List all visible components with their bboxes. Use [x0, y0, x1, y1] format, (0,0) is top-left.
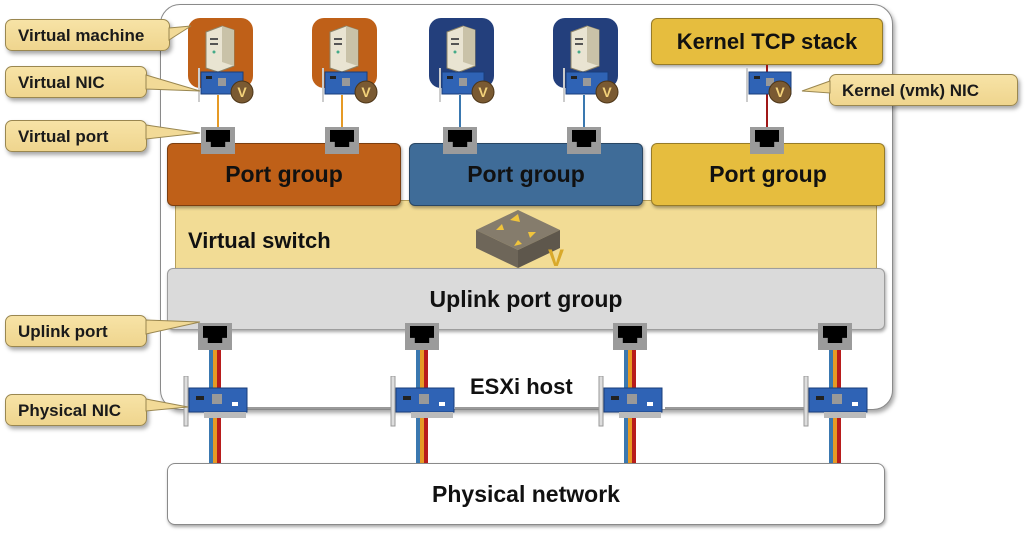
callout-label: Physical NIC [18, 401, 121, 420]
callout-label: Uplink port [18, 322, 108, 341]
kernel-tcp-stack[interactable]: Kernel TCP stack [651, 18, 883, 65]
callout-physical-nic: Physical NIC [5, 394, 189, 426]
virtual-port[interactable] [443, 127, 477, 154]
switch-icon: V [476, 210, 564, 272]
callout-uplink-port: Uplink port [5, 315, 201, 347]
v-badge: V [602, 84, 612, 100]
uplink-port[interactable] [818, 323, 852, 350]
nic-link-line [245, 407, 395, 409]
uplink-port-group[interactable]: Uplink port group [167, 268, 885, 330]
callout-kernel-nic: Kernel (vmk) NIC [801, 74, 1018, 106]
uplink-port[interactable] [198, 323, 232, 350]
port-group-label: Port group [225, 161, 343, 187]
callout-virtual-nic: Virtual NIC [5, 66, 201, 98]
uplink-port-group-label: Uplink port group [429, 285, 623, 312]
callout-label: Kernel (vmk) NIC [842, 81, 979, 100]
virtual-switch-label: Virtual switch [188, 228, 331, 253]
physical-nic-icon[interactable] [802, 376, 872, 428]
server-icon [570, 25, 600, 73]
callout-virtual-machine: Virtual machine [5, 19, 192, 51]
v-badge: V [775, 84, 785, 100]
virtual-nic-icon[interactable]: V [561, 68, 621, 104]
nic-link-line [665, 407, 815, 409]
uplink-port[interactable] [613, 323, 647, 350]
virtual-port[interactable] [567, 127, 601, 154]
virtual-port[interactable] [750, 127, 784, 154]
v-badge: V [478, 84, 488, 100]
port-group-label: Port group [709, 161, 827, 187]
virtual-port[interactable] [201, 127, 235, 154]
v-badge: V [237, 84, 247, 100]
physical-nic-icon[interactable] [389, 376, 459, 428]
port-group-label: Port group [467, 161, 585, 187]
callout-label: Virtual NIC [18, 73, 105, 92]
virtual-nic-icon[interactable]: V [320, 68, 380, 104]
virtual-nic-icon[interactable]: V [196, 68, 256, 104]
uplink-port[interactable] [405, 323, 439, 350]
server-icon [446, 25, 476, 73]
kernel-nic-icon[interactable]: V [744, 68, 804, 104]
physical-network[interactable]: Physical network [167, 463, 885, 525]
virtual-port[interactable] [325, 127, 359, 154]
callout-label: Virtual machine [18, 26, 145, 45]
callout-label: Virtual port [18, 127, 109, 146]
physical-nic-icon[interactable] [597, 376, 667, 428]
virtual-nic-icon[interactable]: V [437, 68, 497, 104]
physical-network-label: Physical network [432, 480, 620, 507]
physical-nic-icon[interactable] [182, 376, 252, 428]
server-icon [205, 25, 235, 73]
v-badge: V [361, 84, 371, 100]
server-icon [329, 25, 359, 73]
callout-virtual-port: Virtual port [5, 120, 201, 152]
esxi-host-label: ESXi host [470, 374, 573, 399]
nic-link-line [455, 407, 605, 409]
